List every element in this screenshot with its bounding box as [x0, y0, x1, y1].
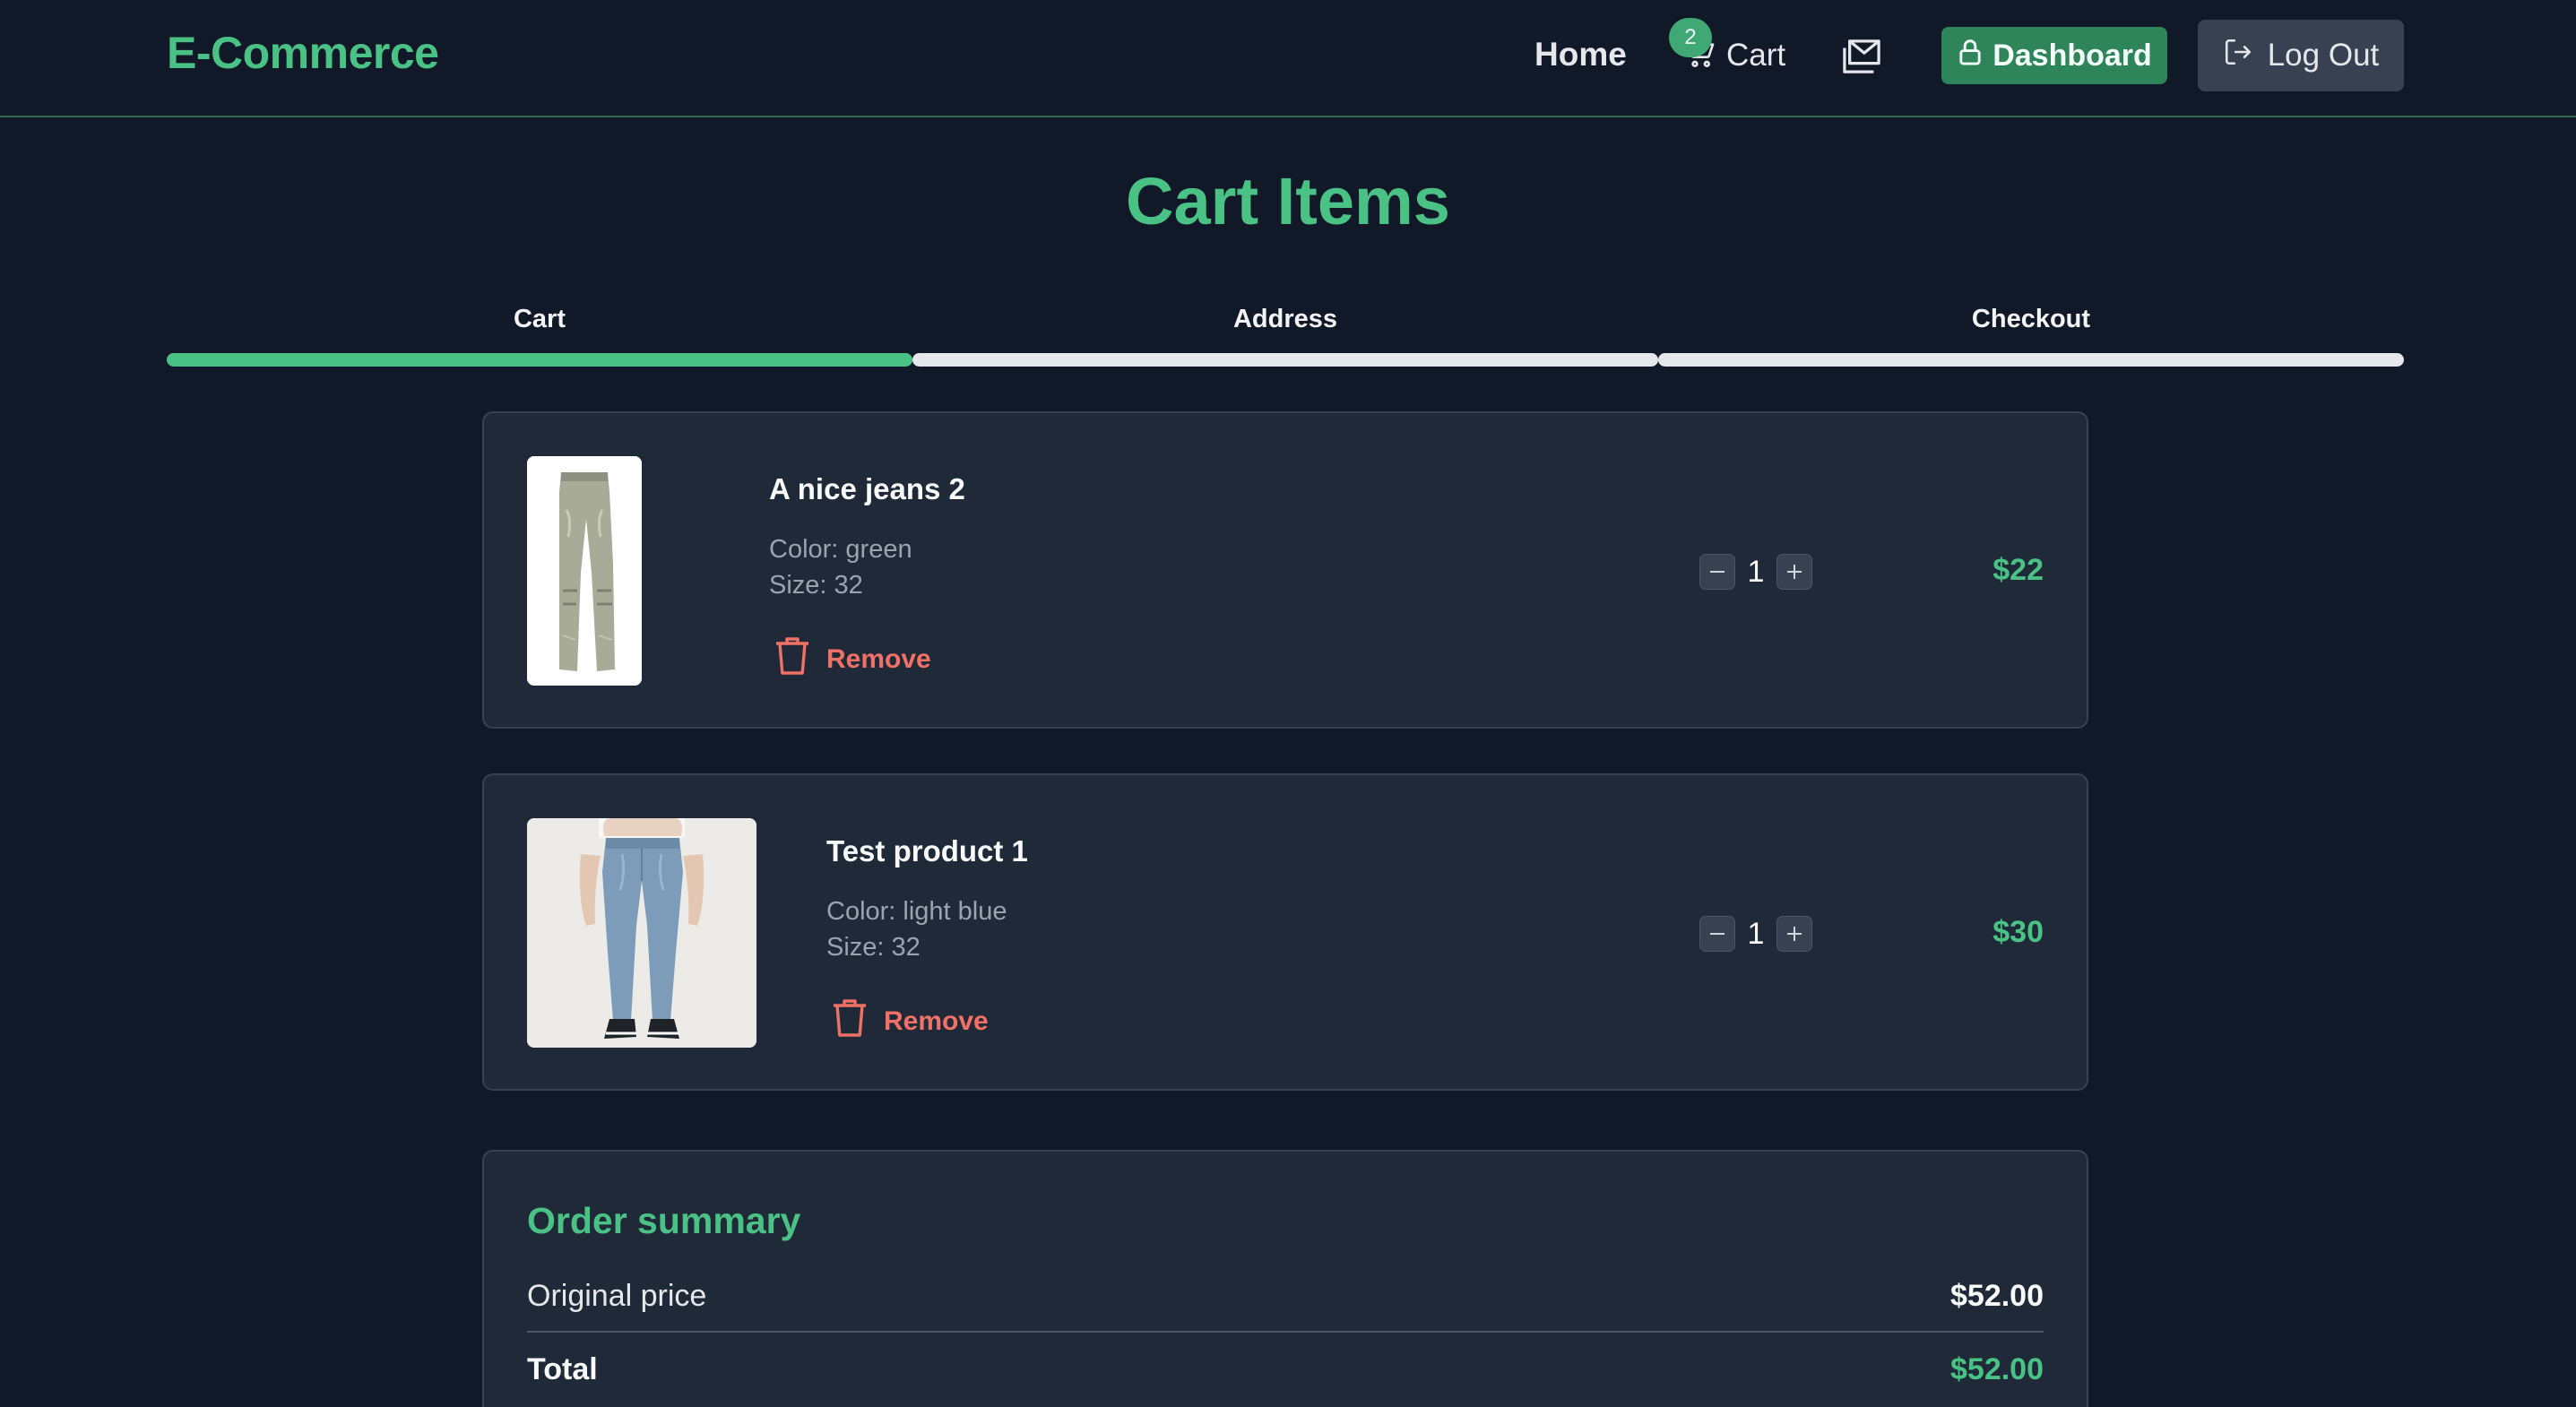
remove-label: Remove	[826, 644, 931, 674]
increase-quantity-button[interactable]	[1776, 916, 1812, 952]
trash-icon	[774, 635, 810, 684]
product-size: Size: 32	[769, 571, 863, 600]
product-name[interactable]: Test product 1	[826, 834, 1028, 868]
nav-cart-label: Cart	[1726, 38, 1786, 73]
trash-icon	[832, 997, 868, 1046]
decrease-quantity-button[interactable]	[1699, 554, 1735, 590]
logout-button[interactable]: Log Out	[2198, 20, 2404, 91]
step-cart-label: Cart	[513, 305, 566, 333]
step-checkout-label: Checkout	[1971, 305, 2091, 333]
product-color: Color: green	[769, 535, 912, 564]
page-title: Cart Items	[1126, 164, 1450, 238]
total-value: $52.00	[1950, 1352, 2044, 1386]
step-cart-bar	[167, 353, 912, 367]
dashboard-label: Dashboard	[1993, 38, 2152, 73]
cart-item: A nice jeans 2 Color: green Size: 32 Rem…	[482, 411, 2088, 729]
original-price-row: Original price $52.00	[527, 1279, 2044, 1314]
summary-divider	[527, 1331, 2044, 1333]
remove-button[interactable]: Remove	[832, 999, 989, 1044]
product-color: Color: light blue	[826, 897, 1007, 926]
dashboard-button[interactable]: Dashboard	[1941, 27, 2167, 84]
cart-item: Test product 1 Color: light blue Size: 3…	[482, 773, 2088, 1091]
item-price: $30	[1993, 915, 2044, 949]
remove-button[interactable]: Remove	[774, 637, 931, 682]
original-price-label: Original price	[527, 1279, 707, 1313]
product-image[interactable]	[527, 818, 756, 1048]
order-summary-title: Order summary	[527, 1200, 801, 1241]
total-label: Total	[527, 1352, 598, 1386]
order-summary: Order summary Original price $52.00 Tota…	[482, 1150, 2088, 1407]
product-image[interactable]	[527, 456, 642, 686]
logout-icon	[2223, 37, 2253, 75]
quantity-stepper: 1	[1699, 915, 1812, 953]
step-address-label: Address	[1232, 305, 1338, 333]
lock-icon	[1957, 38, 1984, 74]
brand-logo[interactable]: E-Commerce	[167, 27, 439, 79]
nav-home-link[interactable]: Home	[1534, 36, 1627, 73]
step-address-bar	[912, 353, 1658, 367]
quantity-stepper: 1	[1699, 553, 1812, 591]
increase-quantity-button[interactable]	[1776, 554, 1812, 590]
quantity-value: 1	[1747, 916, 1765, 951]
messages-icon[interactable]	[1839, 38, 1884, 75]
product-name[interactable]: A nice jeans 2	[769, 472, 965, 506]
remove-label: Remove	[884, 1006, 989, 1036]
cart-count-badge: 2	[1669, 18, 1712, 57]
decrease-quantity-button[interactable]	[1699, 916, 1735, 952]
item-price: $22	[1993, 553, 2044, 587]
quantity-value: 1	[1747, 554, 1765, 589]
logout-label: Log Out	[2267, 38, 2380, 73]
navbar: E-Commerce Home Cart 2 Dashboard Log Out	[0, 0, 2576, 117]
step-checkout-bar	[1658, 353, 2404, 367]
total-row: Total $52.00	[527, 1352, 2044, 1387]
product-size: Size: 32	[826, 933, 921, 962]
original-price-value: $52.00	[1950, 1279, 2044, 1313]
